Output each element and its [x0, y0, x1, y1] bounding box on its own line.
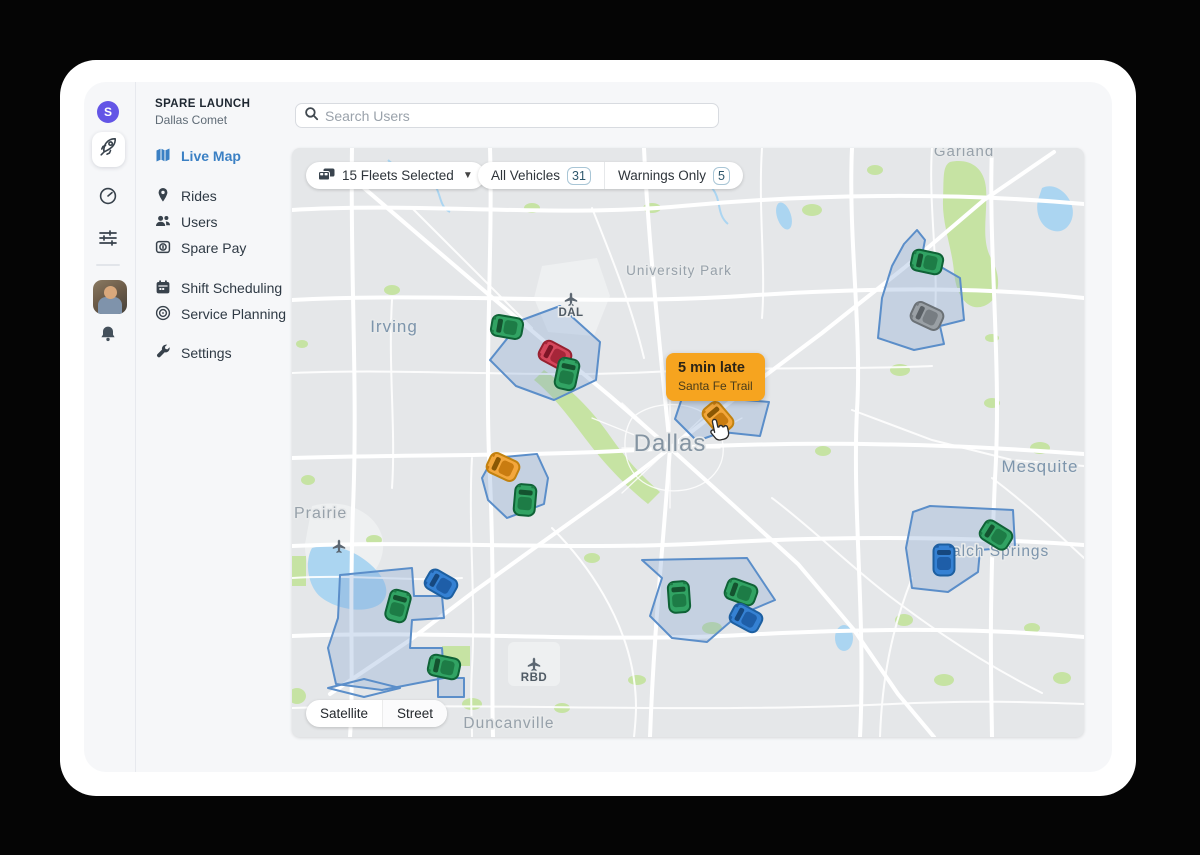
sidebar-item-label: Spare Pay [181, 240, 246, 256]
vehicle-marker-blue[interactable] [934, 545, 955, 576]
city-label: Irving [370, 317, 418, 336]
app-window: S [84, 82, 1112, 772]
city-label: Dallas [634, 430, 707, 457]
avatar-shirt [98, 297, 122, 314]
map-layer-toggle: Satellite Street [306, 700, 447, 727]
map-canvas[interactable]: Garland University Park Irving Dallas Mesqui… [292, 148, 1084, 737]
all-vehicles-count-badge: 31 [567, 167, 591, 185]
wrench-icon [155, 344, 171, 363]
sidebar-item-live-map[interactable]: Live Map [155, 146, 241, 166]
target-icon [155, 305, 171, 324]
filter-label: Warnings Only [618, 168, 706, 183]
city-label: Prairie [294, 505, 347, 522]
filter-warnings-only[interactable]: Warnings Only 5 [605, 162, 743, 189]
sidebar-item-shift-scheduling[interactable]: Shift Scheduling [155, 278, 282, 298]
avatar[interactable] [93, 280, 127, 314]
device-frame: S [60, 60, 1136, 796]
warnings-count-badge: 5 [713, 167, 730, 185]
rail-divider [96, 264, 120, 266]
airport-code: DAL [558, 307, 583, 319]
sidebar-item-label: Service Planning [181, 306, 286, 322]
sidebar-item-spare-pay[interactable]: Spare Pay [155, 238, 246, 258]
filter-label: All Vehicles [491, 168, 560, 183]
rail-item-launch[interactable] [92, 132, 125, 167]
fleets-dropdown-button[interactable]: 15 Fleets Selected ▼ [306, 162, 485, 189]
bell-icon [99, 325, 117, 348]
brand-block: SPARE LAUNCH Dallas Comet [155, 98, 295, 127]
sidebar-item-label: Live Map [181, 148, 241, 164]
vehicle-marker-green[interactable] [513, 484, 537, 517]
brand-org: Dallas Comet [155, 113, 295, 127]
icon-rail: S [84, 82, 135, 772]
city-label: University Park [626, 263, 732, 278]
layer-button-street[interactable]: Street [382, 700, 447, 727]
city-label: Duncanville [463, 715, 554, 732]
sidebar-item-service-planning[interactable]: Service Planning [155, 304, 286, 324]
layer-button-satellite[interactable]: Satellite [306, 700, 382, 727]
sidebar-item-settings[interactable]: Settings [155, 343, 232, 363]
avatar-face [104, 286, 117, 299]
brand-name: SPARE LAUNCH [155, 98, 295, 110]
city-label: Garland [934, 148, 994, 160]
users-icon [155, 213, 171, 232]
tooltip-title: 5 min late [678, 360, 753, 376]
search-icon [304, 106, 319, 126]
search-bar [295, 103, 719, 128]
map-icon [155, 147, 171, 166]
sidebar-divider [135, 82, 136, 772]
vehicle-status-tooltip: 5 min late Santa Fe Trail [666, 353, 765, 401]
rail-item-controls[interactable] [98, 230, 118, 250]
sidebar-item-label: Rides [181, 188, 217, 204]
vehicle-marker-green[interactable] [490, 314, 524, 340]
city-label: Mesquite [1002, 457, 1079, 476]
calendar-icon [155, 279, 171, 298]
airport-code: RBD [521, 672, 547, 684]
gauge-icon [98, 186, 118, 211]
search-input[interactable] [325, 108, 710, 124]
sidebar-item-users[interactable]: Users [155, 212, 218, 232]
chevron-down-icon: ▼ [463, 170, 473, 181]
vehicle-filter-segmented: All Vehicles 31 Warnings Only 5 [478, 162, 743, 189]
fleets-dropdown-label: 15 Fleets Selected [342, 168, 454, 183]
rocket-icon [99, 137, 119, 162]
sidebar-item-label: Users [181, 214, 218, 230]
tooltip-subtitle: Santa Fe Trail [678, 379, 753, 393]
fleet-icon [318, 168, 335, 184]
vehicle-marker-green[interactable] [667, 581, 690, 613]
filter-all-vehicles[interactable]: All Vehicles 31 [478, 162, 604, 189]
rail-item-dashboard[interactable] [98, 188, 118, 208]
sliders-icon [98, 228, 118, 253]
sidebar-item-rides[interactable]: Rides [155, 186, 217, 206]
rail-item-notifications[interactable] [98, 326, 118, 346]
pay-icon [155, 239, 171, 258]
sidebar-item-label: Settings [181, 345, 232, 361]
pin-icon [155, 187, 171, 206]
spare-logo[interactable]: S [97, 101, 119, 123]
sidebar-item-label: Shift Scheduling [181, 280, 282, 296]
